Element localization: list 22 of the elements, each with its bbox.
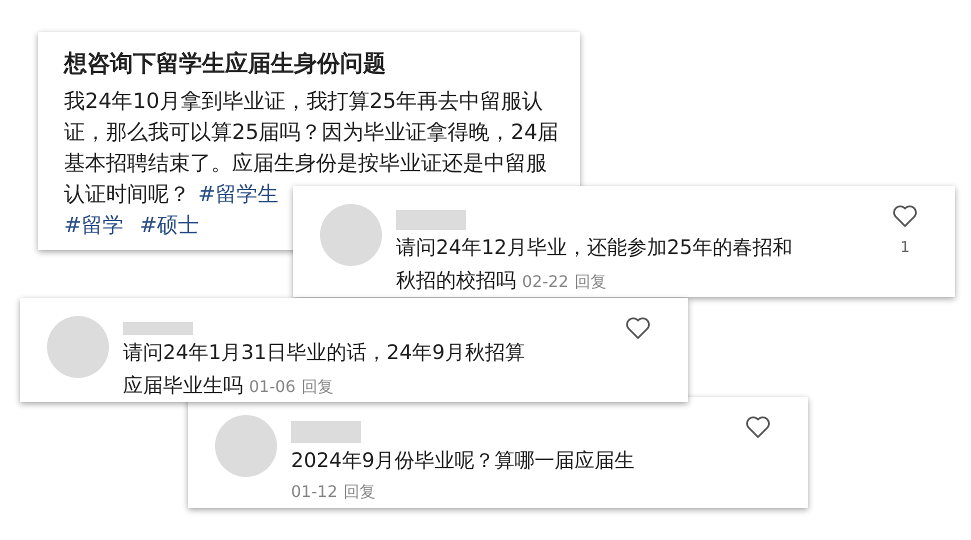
like-count: 1 xyxy=(900,238,910,256)
hashtag-link[interactable]: #硕士 xyxy=(140,210,200,241)
comment-date: 02-22 xyxy=(522,272,568,291)
comment-date: 01-06 xyxy=(249,377,296,396)
comment-text: 请问24年1月31日毕业的话，24年9月秋招算 xyxy=(123,340,525,364)
comment-text: 应届毕业生吗 xyxy=(123,373,243,397)
comment-text: 请问24年12月毕业，还能参加25年的春招和 xyxy=(396,235,792,259)
hashtag-link[interactable]: #留学生 xyxy=(198,182,279,206)
redacted-username xyxy=(396,210,466,230)
heart-icon[interactable] xyxy=(892,204,918,228)
heart-icon[interactable] xyxy=(745,415,771,439)
comment-text: 秋招的校招吗 xyxy=(396,268,516,292)
comment-date: 01-12 xyxy=(291,481,338,503)
reply-link[interactable]: 回复 xyxy=(344,478,376,506)
redacted-username xyxy=(123,322,193,335)
reply-link[interactable]: 回复 xyxy=(302,377,334,396)
post-title: 想咨询下留学生应届生身份问题 xyxy=(64,50,387,79)
heart-icon[interactable] xyxy=(625,316,651,340)
reply-link[interactable]: 回复 xyxy=(574,272,606,291)
comment-text: 2024年9月份毕业呢？算哪一届应届生 xyxy=(291,448,635,472)
hashtag-link[interactable]: #留学 xyxy=(64,210,124,241)
redacted-username xyxy=(291,421,361,443)
